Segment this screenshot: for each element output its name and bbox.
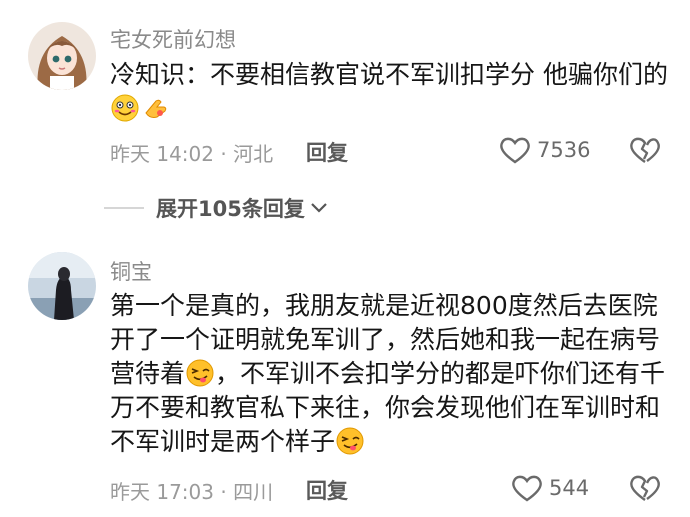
reply-button[interactable]: 回复: [306, 475, 348, 505]
dislike-button[interactable]: [628, 473, 662, 507]
avatar[interactable]: [28, 22, 96, 90]
avatar[interactable]: [28, 252, 96, 320]
chevron-down-icon: [311, 203, 327, 213]
timestamp: 昨天 14:02: [110, 142, 214, 166]
like-button[interactable]: 7536: [498, 135, 590, 165]
username[interactable]: 铜宝: [110, 256, 152, 286]
reply-button[interactable]: 回复: [306, 137, 348, 167]
expand-replies-button[interactable]: 展开105条回复: [104, 193, 329, 223]
comment-text-body: 冷知识：不要相信教官说不军训扣学分 他骗你们的: [110, 60, 668, 89]
expand-replies-label: 展开105条回复: [156, 197, 305, 221]
like-count: 7536: [537, 138, 591, 162]
comment-meta: 昨天 17:03 · 四川: [110, 476, 273, 505]
comment-meta: 昨天 14:02 · 河北: [110, 138, 273, 167]
winking-tongue-emoji-icon: [336, 427, 364, 455]
person-photo-avatar-image: [28, 252, 96, 320]
winking-tongue-emoji-icon: [186, 359, 214, 387]
dislike-button[interactable]: [628, 135, 662, 169]
comment-text: 冷知识：不要相信教官说不军训扣学分 他骗你们的: [110, 58, 670, 126]
separator: ·: [214, 142, 234, 166]
location: 四川: [233, 480, 274, 504]
timestamp: 昨天 17:03: [110, 480, 214, 504]
separator: ·: [214, 480, 234, 504]
smiling-face-emoji-icon: [111, 94, 139, 122]
like-button[interactable]: 544: [510, 473, 589, 503]
anime-girl-avatar-image: [28, 22, 96, 90]
pointing-hand-emoji-icon: [145, 99, 167, 118]
location: 河北: [233, 142, 274, 166]
broken-heart-icon: [630, 137, 660, 163]
like-count: 544: [549, 476, 590, 500]
heart-icon: [500, 137, 530, 164]
heart-icon: [512, 475, 542, 502]
divider-line: [104, 207, 144, 209]
broken-heart-icon: [630, 475, 660, 501]
comment-text: 第一个是真的，我朋友就是近视800度然后去医院开了一个证明就免军训了，然后她和我…: [110, 289, 670, 459]
username[interactable]: 宅女死前幻想: [110, 24, 236, 54]
